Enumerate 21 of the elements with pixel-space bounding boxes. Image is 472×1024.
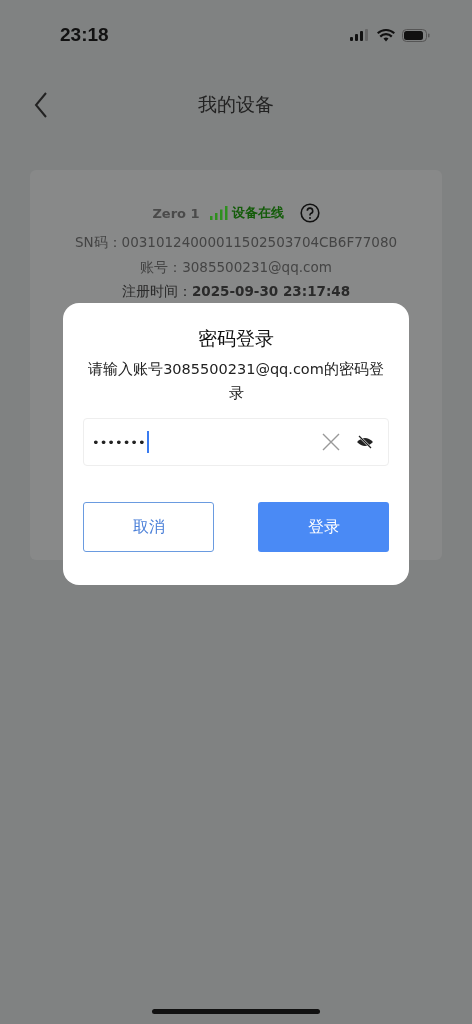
password-text: ••••••• — [92, 434, 146, 450]
status-time: 23:18 — [60, 24, 109, 46]
back-icon — [34, 92, 48, 118]
wifi-icon — [377, 28, 395, 42]
cancel-button[interactable]: 取消 — [83, 502, 214, 552]
battery-icon — [402, 28, 430, 42]
help-icon — [299, 203, 320, 223]
login-button[interactable]: 登录 — [258, 502, 389, 552]
close-icon — [322, 433, 340, 451]
device-status: 设备在线 — [231, 204, 284, 222]
dialog-message: 请输入账号3085500231@qq.com的密码登录 — [87, 360, 385, 403]
device-name: Zero 1 — [152, 205, 200, 221]
page-title: 我的设备 — [198, 92, 274, 117]
account-text: 账号：3085500231@qq.com — [140, 258, 332, 277]
text-cursor — [146, 431, 149, 453]
cellular-signal-icon — [350, 29, 370, 41]
registered-label: 注册时间： — [121, 283, 192, 299]
registered-time: 2025-09-30 23:17:48 — [191, 283, 351, 299]
password-field[interactable]: ••••••• — [83, 418, 389, 466]
serial-number: SN码：00310124000011502503704CB6F77080 — [74, 233, 398, 252]
dialog-title: 密码登录 — [198, 326, 274, 351]
